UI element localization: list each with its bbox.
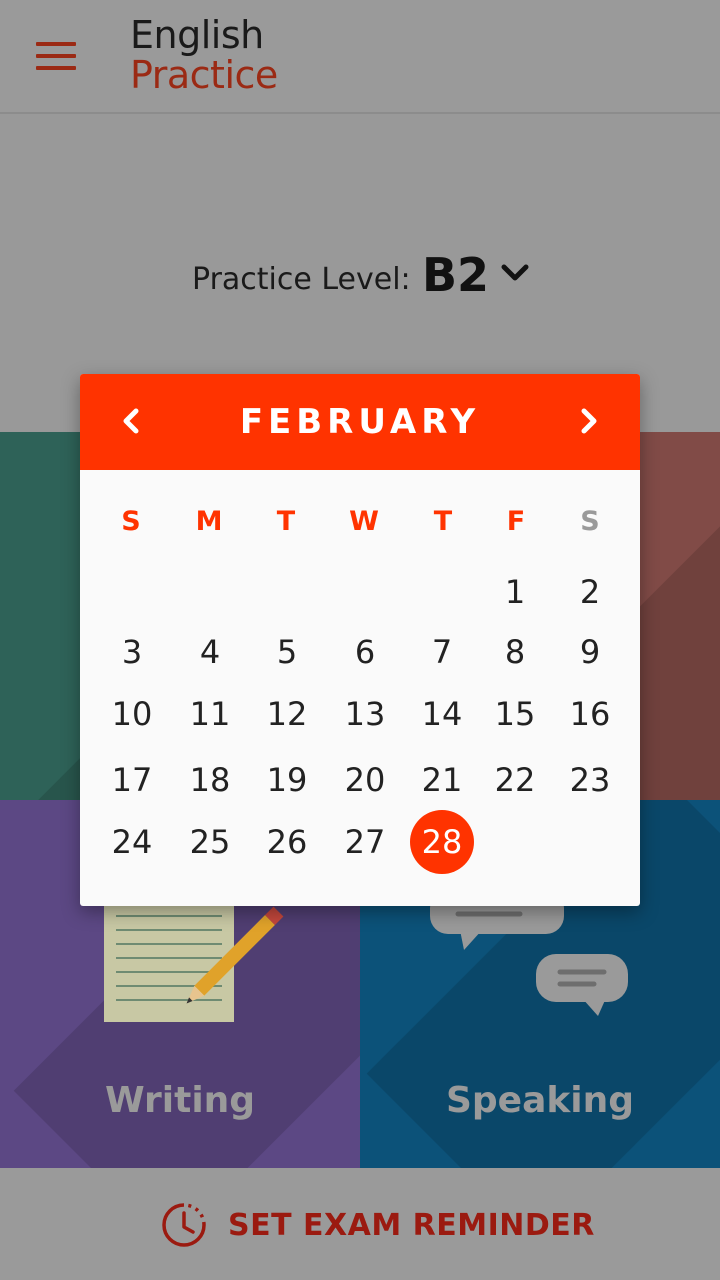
- calendar-day[interactable]: 3: [100, 620, 164, 684]
- weekday-label: S: [121, 506, 141, 537]
- chevron-down-icon[interactable]: [498, 256, 532, 290]
- calendar-day[interactable]: 2: [558, 560, 622, 624]
- calendar-day[interactable]: 24: [100, 810, 164, 874]
- app-title-line1: English: [130, 13, 264, 57]
- calendar-day[interactable]: 12: [255, 682, 319, 746]
- calendar-day[interactable]: 5: [255, 620, 319, 684]
- calendar-day[interactable]: 17: [100, 748, 164, 812]
- speech-bubbles-icon: [430, 890, 628, 1016]
- weekday-label: T: [433, 506, 453, 537]
- calendar-header: FEBRUARY: [80, 374, 640, 470]
- calendar-day[interactable]: 9: [558, 620, 622, 684]
- calendar-day-selected[interactable]: 28: [410, 810, 474, 874]
- calendar-day[interactable]: 4: [178, 620, 242, 684]
- chevron-right-icon[interactable]: [574, 406, 604, 436]
- weekday-label: T: [276, 506, 296, 537]
- calendar-day[interactable]: 14: [410, 682, 474, 746]
- calendar-month: FEBRUARY: [239, 402, 481, 442]
- practice-level-label: Practice Level:: [192, 262, 411, 297]
- calendar-day[interactable]: 18: [178, 748, 242, 812]
- menu-icon[interactable]: [36, 40, 76, 72]
- calendar-day[interactable]: 6: [333, 620, 397, 684]
- app-title-line2: Practice: [130, 53, 278, 97]
- set-exam-reminder-button[interactable]: SET EXAM REMINDER: [160, 1200, 595, 1250]
- calendar-day[interactable]: 11: [178, 682, 242, 746]
- speaking-label: Speaking: [445, 1080, 635, 1121]
- weekday-label: S: [580, 506, 600, 537]
- calendar-day[interactable]: 22: [483, 748, 547, 812]
- calendar-day[interactable]: 16: [558, 682, 622, 746]
- calendar-day[interactable]: 15: [483, 682, 547, 746]
- app-logo: English Practice: [130, 16, 278, 94]
- calendar-dialog: FEBRUARY SMTWTFS 1 2 3 4 5 6 7 8 9 10 11 12 13 14 15 16…: [80, 374, 640, 906]
- writing-label: Writing: [104, 1080, 256, 1121]
- set-exam-reminder-label: SET EXAM REMINDER: [228, 1207, 595, 1243]
- practice-level-value[interactable]: B2: [422, 248, 489, 302]
- bottom-bar: SET EXAM REMINDER: [0, 1168, 720, 1280]
- calendar-day[interactable]: 26: [255, 810, 319, 874]
- weekday-label: M: [195, 506, 223, 537]
- clock-icon: [162, 1203, 206, 1247]
- calendar-day[interactable]: 13: [333, 682, 397, 746]
- calendar-day[interactable]: 1: [483, 560, 547, 624]
- calendar-day[interactable]: 8: [483, 620, 547, 684]
- calendar-day[interactable]: 19: [255, 748, 319, 812]
- calendar-day[interactable]: 25: [178, 810, 242, 874]
- calendar-day[interactable]: 20: [333, 748, 397, 812]
- weekday-label: W: [349, 506, 379, 537]
- calendar-day[interactable]: 10: [100, 682, 164, 746]
- calendar-day[interactable]: 23: [558, 748, 622, 812]
- calendar-day[interactable]: 7: [410, 620, 474, 684]
- calendar-day[interactable]: 27: [333, 810, 397, 874]
- calendar-day[interactable]: 21: [410, 748, 474, 812]
- app-header: English Practice: [0, 0, 720, 114]
- weekday-label: F: [506, 506, 526, 537]
